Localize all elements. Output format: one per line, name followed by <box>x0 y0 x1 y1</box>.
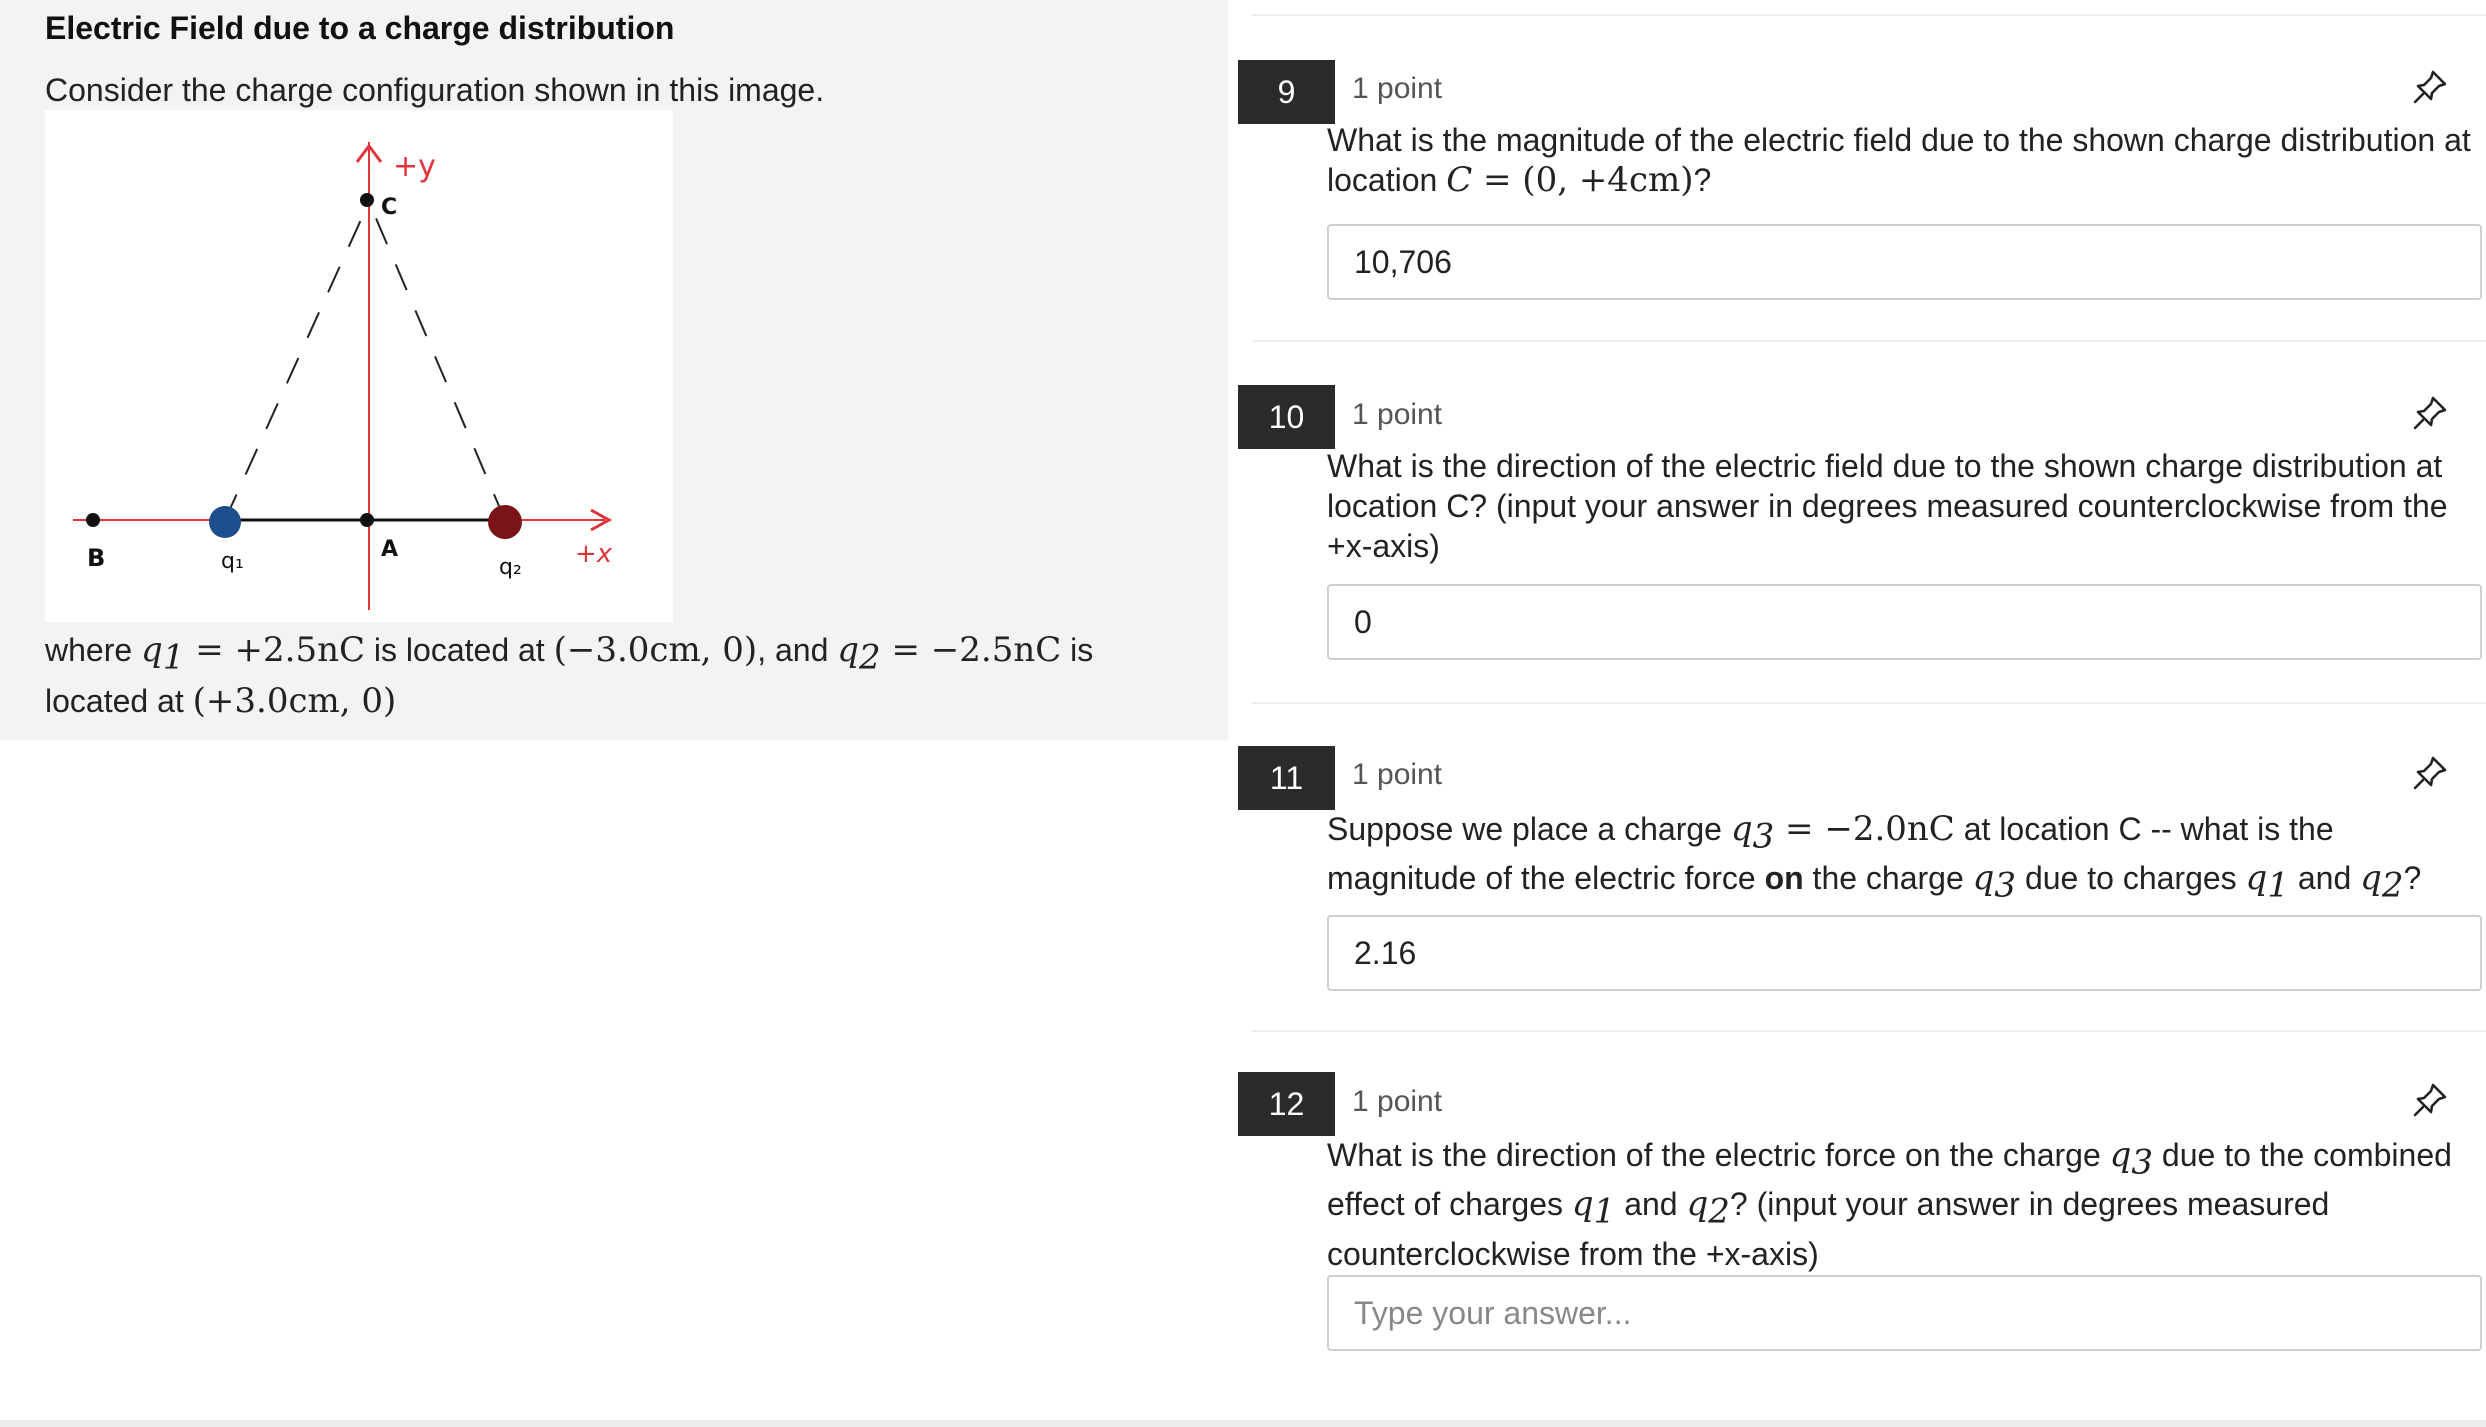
answer-field[interactable]: 2.16 <box>1327 915 2482 991</box>
section-intro: Consider the charge configuration shown … <box>45 72 825 108</box>
question-text: What is the magnitude of the electric fi… <box>1327 122 2471 200</box>
question-number: 12 <box>1238 1072 1335 1136</box>
charge-description: where q1 = +2.5nC is located at (−3.0cm,… <box>45 630 1094 722</box>
question-12: 12 1 point What is the direction of the … <box>1238 1030 2486 1390</box>
question-text: What is the direction of the electric fo… <box>1327 1135 2452 1272</box>
dashed-line-q1-c <box>224 201 370 521</box>
section-title: Electric Field due to a charge distribut… <box>45 10 675 46</box>
question-number: 9 <box>1238 60 1335 124</box>
bottom-divider <box>0 1420 2486 1427</box>
question-10: 10 1 point What is the direction of the … <box>1238 340 2486 700</box>
prompt-panel: Electric Field due to a charge distribut… <box>0 0 1228 740</box>
charge-diagram: +y +x C A B q₁ q₂ <box>73 142 613 610</box>
charge-q2 <box>488 505 522 539</box>
label-a: A <box>381 537 398 562</box>
top-divider <box>1252 14 2486 16</box>
answer-field[interactable]: Type your answer... <box>1327 1275 2482 1351</box>
question-divider <box>1252 340 2486 342</box>
point-c <box>360 193 374 207</box>
pin-icon[interactable] <box>2411 1079 2451 1119</box>
question-divider <box>1252 702 2486 704</box>
answer-field[interactable]: 0 <box>1327 584 2482 660</box>
label-q2: q₂ <box>499 555 522 580</box>
plus-y-label: +y <box>393 149 436 184</box>
answer-field[interactable]: 10,706 <box>1327 224 2482 300</box>
question-9: 9 1 point What is the magnitude of the e… <box>1238 50 2486 340</box>
pin-icon[interactable] <box>2411 66 2451 106</box>
question-text: Suppose we place a charge q3 = −2.0nC at… <box>1327 809 2422 906</box>
label-q1: q₁ <box>221 549 244 574</box>
charge-q1 <box>209 506 241 538</box>
point-a <box>360 513 374 527</box>
question-11: 11 1 point Suppose we place a charge q3 … <box>1238 702 2486 1029</box>
question-text: What is the direction of the electric fi… <box>1327 448 2448 564</box>
point-b <box>86 513 100 527</box>
question-points: 1 point <box>1352 1085 1443 1118</box>
label-c: C <box>381 195 397 220</box>
pin-icon[interactable] <box>2411 392 2451 432</box>
question-points: 1 point <box>1352 758 1443 791</box>
label-b: B <box>87 544 105 572</box>
question-number: 10 <box>1238 385 1335 449</box>
pin-icon[interactable] <box>2411 752 2451 792</box>
question-points: 1 point <box>1352 398 1443 431</box>
question-points: 1 point <box>1352 72 1443 105</box>
question-number: 11 <box>1238 746 1335 810</box>
charge-configuration-figure: +y +x C A B q₁ q₂ <box>45 110 673 622</box>
dashed-line-q2-c <box>368 201 506 521</box>
plus-x-label: +x <box>575 539 613 569</box>
question-divider <box>1252 1030 2486 1032</box>
